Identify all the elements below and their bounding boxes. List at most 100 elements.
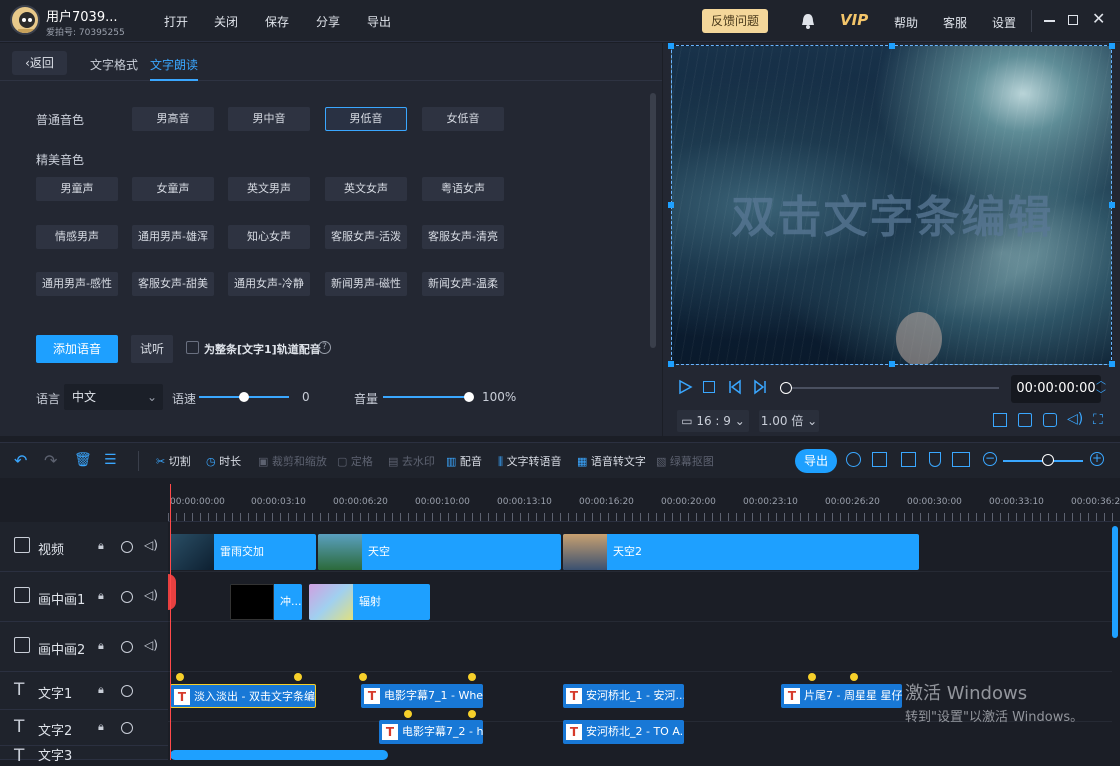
voice-button[interactable]: 新闻女声-温柔 <box>422 272 504 296</box>
shield-icon[interactable] <box>929 452 941 467</box>
resize-handle[interactable] <box>889 361 895 367</box>
redo-icon[interactable]: ↷ <box>44 451 57 470</box>
keyframe-marker[interactable] <box>468 710 476 718</box>
lock-icon[interactable]: 🔒︎ <box>98 589 104 603</box>
menu-help[interactable]: 帮助 <box>894 14 918 31</box>
voice-button[interactable]: 粤语女声 <box>422 177 504 201</box>
resize-handle[interactable] <box>1109 361 1115 367</box>
delete-icon[interactable]: 🗑 <box>74 452 92 468</box>
pip-clip[interactable]: 冲... <box>230 584 302 620</box>
lock-icon[interactable]: 🔒︎ <box>98 683 104 697</box>
resize-handle[interactable] <box>668 361 674 367</box>
keyframe-marker[interactable] <box>808 673 816 681</box>
fit-icon[interactable] <box>952 452 970 467</box>
cut-tool[interactable]: ✂ 切割 <box>156 453 191 469</box>
voice-button[interactable]: 男高音 <box>132 107 214 131</box>
text-clip[interactable]: T 安河桥北_2 - TO A... <box>563 720 684 744</box>
playhead[interactable] <box>170 484 171 760</box>
lock-icon[interactable]: 🔒︎ <box>98 539 104 553</box>
speaker-icon[interactable]: ◁) <box>144 588 158 602</box>
camera-icon[interactable] <box>1043 413 1057 427</box>
voice-button[interactable]: 男童声 <box>36 177 118 201</box>
menu-save[interactable]: 保存 <box>265 13 289 30</box>
menu-settings[interactable]: 设置 <box>992 14 1016 31</box>
crop-zoom-tool[interactable]: ▣ 裁剪和缩放 <box>258 453 327 469</box>
user-name[interactable]: 用户7039... <box>46 6 117 25</box>
playback-speed-select[interactable]: 1.00 倍 ⌄ <box>759 410 819 432</box>
tab-text-reading[interactable]: 文字朗读 <box>150 56 199 81</box>
voice-button-selected[interactable]: 男低音 <box>325 107 407 131</box>
whole-track-checkbox[interactable] <box>186 341 199 354</box>
video-clip[interactable]: 天空2 <box>563 534 919 570</box>
timeline-hscrollbar[interactable] <box>170 750 388 760</box>
preview-overlay-text[interactable]: 双击文字条编辑 <box>672 181 1111 245</box>
fullscreen-icon[interactable]: ⛶ <box>1093 412 1103 428</box>
speaker-icon[interactable]: ◁) <box>144 538 158 552</box>
mosaic-icon[interactable] <box>901 452 916 467</box>
voice-button[interactable]: 通用女声-冷静 <box>228 272 310 296</box>
voice-button[interactable]: 女童声 <box>132 177 214 201</box>
listen-button[interactable]: 试听 <box>131 335 173 363</box>
eye-icon[interactable] <box>121 591 133 603</box>
video-clip[interactable]: 天空 <box>318 534 561 570</box>
text-to-speech-tool[interactable]: ⫼ 文字转语音 <box>498 453 562 469</box>
voice-button[interactable]: 女低音 <box>422 107 504 131</box>
eye-icon[interactable] <box>121 541 133 553</box>
keyframe-marker[interactable] <box>850 673 858 681</box>
speech-to-text-tool[interactable]: ▦ 语音转文字 <box>577 453 646 469</box>
menu-share[interactable]: 分享 <box>316 13 340 30</box>
menu-open[interactable]: 打开 <box>164 13 188 30</box>
lock-icon[interactable]: 🔒︎ <box>98 720 104 734</box>
voice-button[interactable]: 客服女声-甜美 <box>132 272 214 296</box>
volume-slider-knob[interactable] <box>464 392 474 402</box>
vip-badge[interactable]: VIP <box>840 11 868 29</box>
voice-button[interactable]: 新闻男声-磁性 <box>325 272 407 296</box>
timeline-vscrollbar[interactable] <box>1112 526 1118 638</box>
keyframe-marker[interactable] <box>468 673 476 681</box>
voice-button[interactable]: 英文男声 <box>228 177 310 201</box>
voice-button[interactable]: 情感男声 <box>36 225 118 249</box>
voice-button[interactable]: 知心女声 <box>228 225 310 249</box>
zoom-out-icon[interactable]: − <box>983 452 997 466</box>
layout-icon[interactable] <box>993 413 1007 427</box>
aspect-ratio-select[interactable]: ▭ 16 : 9 ⌄ <box>677 410 749 432</box>
timecode-display[interactable]: 00:00:00:00 <box>1011 375 1101 403</box>
progress-knob[interactable] <box>780 382 792 394</box>
green-screen-tool[interactable]: ▧ 绿幕抠图 <box>656 453 714 469</box>
keyframe-marker[interactable] <box>359 673 367 681</box>
eye-icon[interactable] <box>121 685 133 697</box>
palette-icon[interactable] <box>846 452 861 467</box>
speed-slider-knob[interactable] <box>239 392 249 402</box>
properties-icon[interactable]: ☰ <box>104 452 117 468</box>
timeline-ruler[interactable]: 00:00:00:00 00:00:03:10 00:00:06:20 00:0… <box>168 484 1120 522</box>
voice-button[interactable]: 客服女声-活泼 <box>325 225 407 249</box>
voice-button[interactable]: 通用男声-感性 <box>36 272 118 296</box>
video-clip[interactable]: 雷雨交加 <box>170 534 316 570</box>
time-stepper-icon[interactable]: ︿ ﹀ <box>1096 375 1106 403</box>
snapshot-icon[interactable] <box>1018 413 1032 427</box>
dubbing-tool[interactable]: ▥ 配音 <box>446 453 482 469</box>
volume-slider[interactable] <box>383 396 471 398</box>
volume-icon[interactable]: ◁) <box>1067 411 1083 427</box>
minimize-icon[interactable] <box>1044 20 1055 22</box>
remove-watermark-tool[interactable]: ▤ 去水印 <box>388 453 435 469</box>
menu-close[interactable]: 关闭 <box>214 13 238 30</box>
voice-button[interactable]: 男中音 <box>228 107 310 131</box>
duration-tool[interactable]: ◷ 时长 <box>206 453 241 469</box>
pip-clip[interactable]: 辐射 <box>309 584 430 620</box>
resize-handle[interactable] <box>1109 43 1115 49</box>
undo-icon[interactable]: ↶ <box>14 451 27 470</box>
next-frame-icon[interactable] <box>752 379 768 398</box>
split-view-icon[interactable] <box>872 452 887 467</box>
back-button[interactable]: ‹返回 <box>12 51 67 75</box>
keyframe-marker[interactable] <box>294 673 302 681</box>
voice-button[interactable]: 通用男声-雄浑 <box>132 225 214 249</box>
feedback-button[interactable]: 反馈问题 <box>702 9 768 33</box>
resize-handle[interactable] <box>889 43 895 49</box>
eye-icon[interactable] <box>121 722 133 734</box>
play-icon[interactable] <box>677 379 693 398</box>
bell-icon[interactable] <box>800 12 816 33</box>
text-clip[interactable]: T 电影字幕7_1 - Whe... <box>361 684 483 708</box>
speaker-icon[interactable]: ◁) <box>144 638 158 652</box>
stop-icon[interactable] <box>703 381 715 393</box>
